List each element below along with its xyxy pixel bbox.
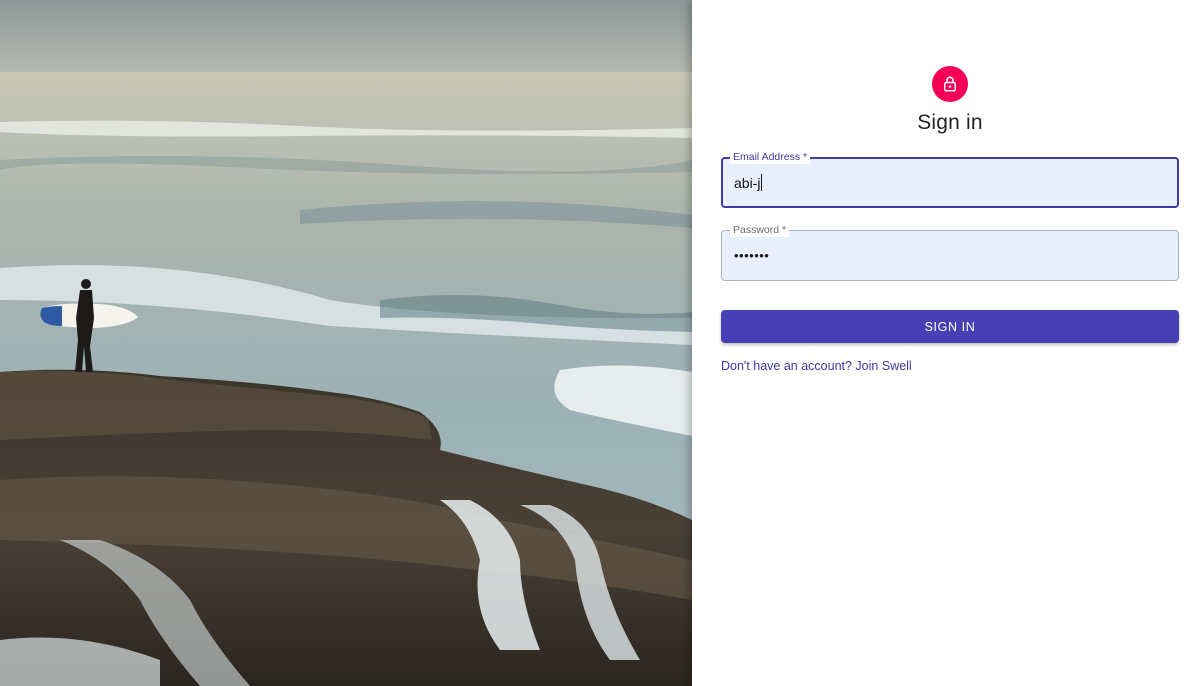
- password-field[interactable]: Password * •••••••: [721, 223, 1179, 281]
- lock-avatar: [932, 66, 968, 102]
- email-value: abi-j: [734, 174, 761, 191]
- join-swell-link[interactable]: Don't have an account? Join Swell: [721, 359, 1179, 373]
- sign-in-panel: Sign in Email Address * abi-j Password *…: [692, 0, 1192, 686]
- lock-icon: [944, 76, 956, 92]
- hero-image: [0, 0, 692, 686]
- text-caret: [761, 174, 763, 191]
- hero-photo: [0, 0, 692, 686]
- sign-in-button[interactable]: SIGN IN: [721, 310, 1179, 343]
- password-value: •••••••: [734, 248, 770, 263]
- password-input[interactable]: •••••••: [734, 231, 769, 280]
- email-input[interactable]: abi-j: [734, 159, 763, 206]
- page-title: Sign in: [917, 111, 983, 134]
- email-field[interactable]: Email Address * abi-j: [721, 150, 1179, 208]
- sign-in-form: Sign in Email Address * abi-j Password *…: [721, 66, 1179, 373]
